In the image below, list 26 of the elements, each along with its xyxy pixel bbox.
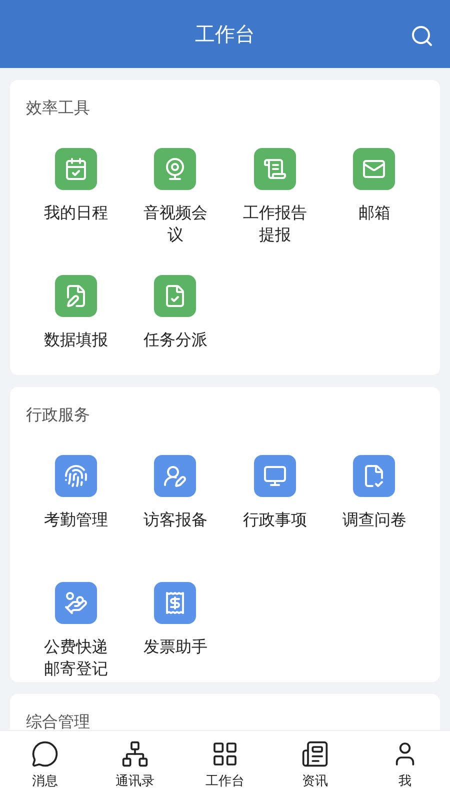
newspaper-icon (301, 740, 329, 768)
tab[interactable]: 通讯录 (90, 731, 180, 800)
page-title: 工作台 (195, 21, 255, 48)
app-shortcut[interactable]: 行政事项 (225, 455, 324, 555)
app-shortcut[interactable]: 任务分派 (126, 275, 225, 375)
app-shortcut[interactable]: 访客报备 (126, 455, 225, 555)
tab[interactable]: 我 (360, 731, 450, 800)
app-shortcut[interactable]: 邮箱 (324, 148, 424, 248)
tab[interactable]: 工作台 (180, 731, 270, 800)
app-shortcut[interactable]: 工作报告提报 (225, 148, 324, 248)
tab[interactable]: 消息 (0, 731, 90, 800)
org-chart-icon (121, 740, 149, 768)
app-shortcut[interactable]: 调查问卷 (324, 455, 424, 555)
section-title: 效率工具 (26, 97, 91, 119)
app-shortcut[interactable]: 考勤管理 (26, 455, 126, 555)
app-shortcut[interactable]: 发票助手 (126, 582, 225, 682)
search-icon[interactable] (410, 24, 434, 48)
tab[interactable]: 资讯 (270, 731, 360, 800)
section-title: 综合管理 (26, 711, 91, 730)
chat-bubble-icon (31, 740, 59, 768)
app-shortcut[interactable]: 数据填报 (26, 275, 126, 375)
app-shortcut[interactable]: 音视频会议 (126, 148, 225, 248)
grid-icon (211, 740, 239, 768)
app-shortcut[interactable]: 我的日程 (26, 148, 126, 248)
app-shortcut[interactable]: 公费快递邮寄登记 (26, 582, 126, 682)
section-title: 行政服务 (26, 404, 91, 426)
